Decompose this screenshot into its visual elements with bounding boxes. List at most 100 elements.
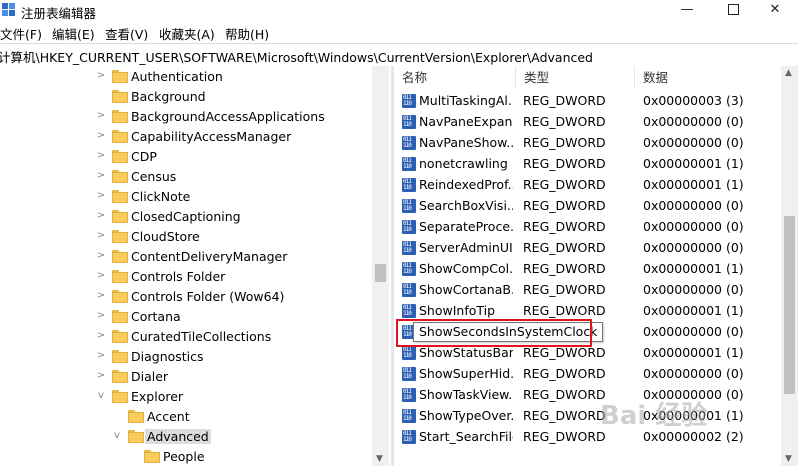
list-row[interactable]: 011 110 ShowSuperHid... REG_DWORD 0x00000000…	[394, 364, 794, 385]
chevron-right-icon[interactable]: >	[96, 190, 106, 202]
folder-icon	[112, 70, 128, 83]
tree-item[interactable]: v Explorer	[0, 387, 372, 407]
tree-item[interactable]: > CloudStore	[0, 227, 372, 247]
reg-dword-icon: 011 110	[402, 241, 416, 255]
menu-file[interactable]: 文件(F)	[0, 24, 42, 43]
scroll-down-icon[interactable]: ▼	[785, 454, 792, 464]
address-bar[interactable]: 计算机\HKEY_CURRENT_USER\SOFTWARE\Microsoft…	[0, 43, 798, 67]
close-button[interactable]: ✕	[752, 0, 798, 22]
chevron-right-icon[interactable]: >	[96, 110, 106, 122]
tree-item[interactable]: > ContentDeliveryManager	[0, 247, 372, 267]
menu-edit[interactable]: 编辑(E)	[52, 24, 95, 43]
tree-item[interactable]: > Cortana	[0, 307, 372, 327]
folder-icon	[112, 370, 128, 383]
value-name: ShowInfoTip	[419, 303, 496, 318]
list-row[interactable]: 011110Start_SearchFiles REG_DWORD 0x000000…	[394, 427, 794, 448]
address-path[interactable]: 计算机\HKEY_CURRENT_USER\SOFTWARE\Microsoft…	[0, 47, 593, 66]
tree-item[interactable]: People	[0, 447, 372, 466]
list-row[interactable]: 011 110 ReindexedProf... REG_DWORD 0x0000000…	[394, 175, 794, 196]
tree-item[interactable]: > ClickNote	[0, 187, 372, 207]
tree-scrollbar-thumb[interactable]	[375, 264, 386, 282]
list-row[interactable]: 011 110 MultiTaskingAl... REG_DWORD 0x000000…	[394, 91, 794, 112]
tree-item[interactable]: > Controls Folder	[0, 267, 372, 287]
tree-item[interactable]: > Dialer	[0, 367, 372, 387]
menu-view[interactable]: 查看(V)	[105, 24, 148, 43]
values-list: 名称 类型 数据 011 110 MultiTaskingAl... REG_DWOR…	[394, 66, 798, 466]
tree-item-label: CloudStore	[131, 229, 200, 244]
tree-scrollbar[interactable]: ▼	[372, 66, 389, 466]
chevron-right-icon[interactable]: >	[96, 270, 106, 282]
chevron-right-icon[interactable]	[96, 90, 106, 102]
tree-item[interactable]: > CDP	[0, 147, 372, 167]
scroll-down-icon[interactable]: ▼	[376, 454, 383, 464]
tree-item-label: Advanced	[145, 429, 211, 444]
list-row[interactable]: 011 110 ShowCompCol... REG_DWORD 0x00000001 …	[394, 259, 794, 280]
minimize-button[interactable]: —	[664, 0, 710, 22]
tree-item-label: Census	[131, 169, 177, 184]
column-header-type[interactable]: 类型	[516, 66, 635, 89]
chevron-right-icon[interactable]: >	[96, 130, 106, 142]
tree-item[interactable]: > Controls Folder (Wow64)	[0, 287, 372, 307]
reg-dword-icon: 011 110	[402, 115, 416, 129]
chevron-right-icon[interactable]: >	[96, 150, 106, 162]
chevron-right-icon[interactable]	[128, 450, 138, 462]
list-row[interactable]: 011 110 nonetcrawling REG_DWORD 0x00000001 (…	[394, 154, 794, 175]
tree-item[interactable]: > Diagnostics	[0, 347, 372, 367]
tree-item-label: Diagnostics	[131, 349, 204, 364]
chevron-down-icon[interactable]: v	[112, 430, 122, 442]
tree-item[interactable]: > Census	[0, 167, 372, 187]
tree-item[interactable]: > ClosedCaptioning	[0, 207, 372, 227]
chevron-right-icon[interactable]: >	[96, 170, 106, 182]
tree-item-label: People	[163, 449, 205, 464]
list-row[interactable]: 011 110 ServerAdminUI REG_DWORD 0x00000000 (…	[394, 238, 794, 259]
list-scrollbar[interactable]: ▲ ▼	[781, 66, 798, 466]
column-header-data[interactable]: 数据	[635, 66, 795, 89]
tree-item[interactable]: > CapabilityAccessManager	[0, 127, 372, 147]
tree-item[interactable]: v Advanced	[0, 427, 372, 447]
menu-help[interactable]: 帮助(H)	[225, 24, 269, 43]
highlight-annotation	[396, 319, 592, 347]
value-type: REG_DWORD	[523, 93, 606, 108]
tree-item[interactable]: > BackgroundAccessApplications	[0, 107, 372, 127]
tree-item[interactable]: > CuratedTileCollections	[0, 327, 372, 347]
value-name: nonetcrawling	[419, 156, 508, 171]
reg-dword-icon: 011 110	[402, 304, 416, 318]
list-row[interactable]: 011 110 SearchBoxVisi... REG_DWORD 0x0000000…	[394, 196, 794, 217]
chevron-right-icon[interactable]: >	[96, 250, 106, 262]
value-data: 0x00000001 (1)	[643, 261, 744, 276]
chevron-right-icon[interactable]: >	[96, 350, 106, 362]
value-type: REG_DWORD	[523, 408, 606, 423]
tree-item[interactable]: Accent	[0, 407, 372, 427]
scroll-up-icon[interactable]: ▲	[785, 68, 792, 78]
chevron-right-icon[interactable]: >	[96, 210, 106, 222]
list-row[interactable]: 011 110 ShowTaskView... REG_DWORD 0x00000000…	[394, 385, 794, 406]
list-row[interactable]: 011 110 SeparateProce... REG_DWORD 0x0000000…	[394, 217, 794, 238]
tree-item[interactable]: Background	[0, 87, 372, 107]
list-row[interactable]: 011110NavPaneExpan... REG_DWORD 0x00000000…	[394, 112, 794, 133]
chevron-right-icon[interactable]: >	[96, 330, 106, 342]
tree-item-label: ClosedCaptioning	[131, 209, 241, 224]
value-type: REG_DWORD	[523, 114, 606, 129]
reg-dword-icon: 011 110	[402, 136, 416, 150]
registry-tree: > Authentication Background > BackgroundAcce…	[0, 66, 392, 466]
chevron-right-icon[interactable]: >	[96, 310, 106, 322]
chevron-right-icon[interactable]	[112, 410, 122, 422]
folder-icon	[112, 350, 128, 363]
chevron-right-icon[interactable]: >	[96, 70, 106, 82]
maximize-button[interactable]	[710, 0, 756, 22]
chevron-right-icon[interactable]: >	[96, 230, 106, 242]
chevron-right-icon[interactable]: >	[96, 290, 106, 302]
list-row[interactable]: 011 110 NavPaneShow... REG_DWORD 0x00000000 …	[394, 133, 794, 154]
chevron-down-icon[interactable]: v	[96, 390, 106, 402]
list-row[interactable]: 011 110 ShowCortanaB... REG_DWORD 0x00000000…	[394, 280, 794, 301]
column-header-name[interactable]: 名称	[394, 66, 516, 89]
value-type: REG_DWORD	[523, 177, 606, 192]
title-bar: 注册表编辑器 — ✕	[0, 0, 798, 22]
tree-item-label: Explorer	[131, 389, 184, 404]
folder-icon	[112, 90, 128, 103]
list-row[interactable]: 011 110 ShowTypeOver... REG_DWORD 0x00000001…	[394, 406, 794, 427]
tree-item[interactable]: > Authentication	[0, 67, 372, 87]
list-scrollbar-thumb[interactable]	[784, 216, 795, 394]
menu-favorites[interactable]: 收藏夹(A)	[159, 24, 215, 43]
chevron-right-icon[interactable]: >	[96, 370, 106, 382]
